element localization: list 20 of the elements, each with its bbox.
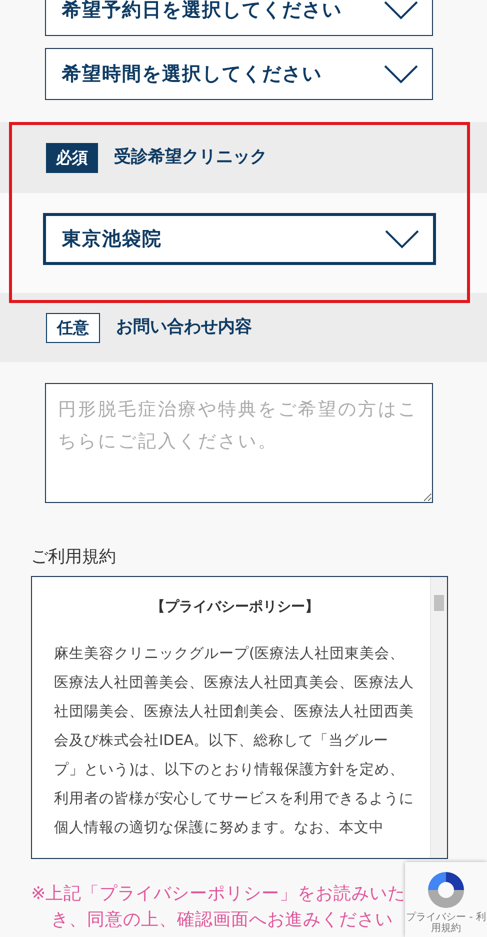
notice-text: ※上記「プライバシーポリシー」をお読みいた <box>31 884 406 904</box>
scrollbar[interactable] <box>430 576 447 858</box>
select-value: 東京池袋院 <box>62 226 162 252</box>
inquiry-textarea[interactable]: 円形脱毛症治療や特典をご希望の方はこちらにご記入ください。 <box>45 383 433 503</box>
notice-text: き、同意の上、確認画面へお進みください <box>51 910 393 930</box>
chevron-down-icon <box>384 64 418 84</box>
select-field[interactable]: 希望時間を選択してください <box>45 48 433 100</box>
chevron-down-icon <box>385 229 419 249</box>
section-label: 受診希望クリニック <box>114 146 267 169</box>
terms-body: 麻生美容クリニックグループ(医療法人社団東美会、医療法人社団善美会、医療法人社団真美会、医療法人社団陽美会、医療法人社団創美会、医療法人社団西美会及び株式会社IDEA。以下、総称して「当グループ」という)は、以下のとおり情報保護方針を定め、利用者の皆様が安心してサービスを利用できるように個人情報の適切な保護に努めます。なお、本文中 <box>54 644 415 838</box>
recaptcha-links[interactable]: プライバシー - 利用規約 <box>405 912 487 934</box>
terms-title: 【プライバシーポリシー】 <box>151 598 319 614</box>
recaptcha-badge[interactable]: プライバシー - 利用規約 <box>405 862 487 937</box>
required-badge: 必須 <box>46 142 98 172</box>
section-label: お問い合わせ内容 <box>116 316 252 339</box>
required-badge: 任意 <box>46 312 100 342</box>
chevron-down-icon <box>384 0 418 20</box>
select-value: 希望時間を選択してください <box>62 62 322 87</box>
select-field[interactable]: 東京池袋院 <box>43 213 436 265</box>
terms-label: ご利用規約 <box>31 547 116 567</box>
